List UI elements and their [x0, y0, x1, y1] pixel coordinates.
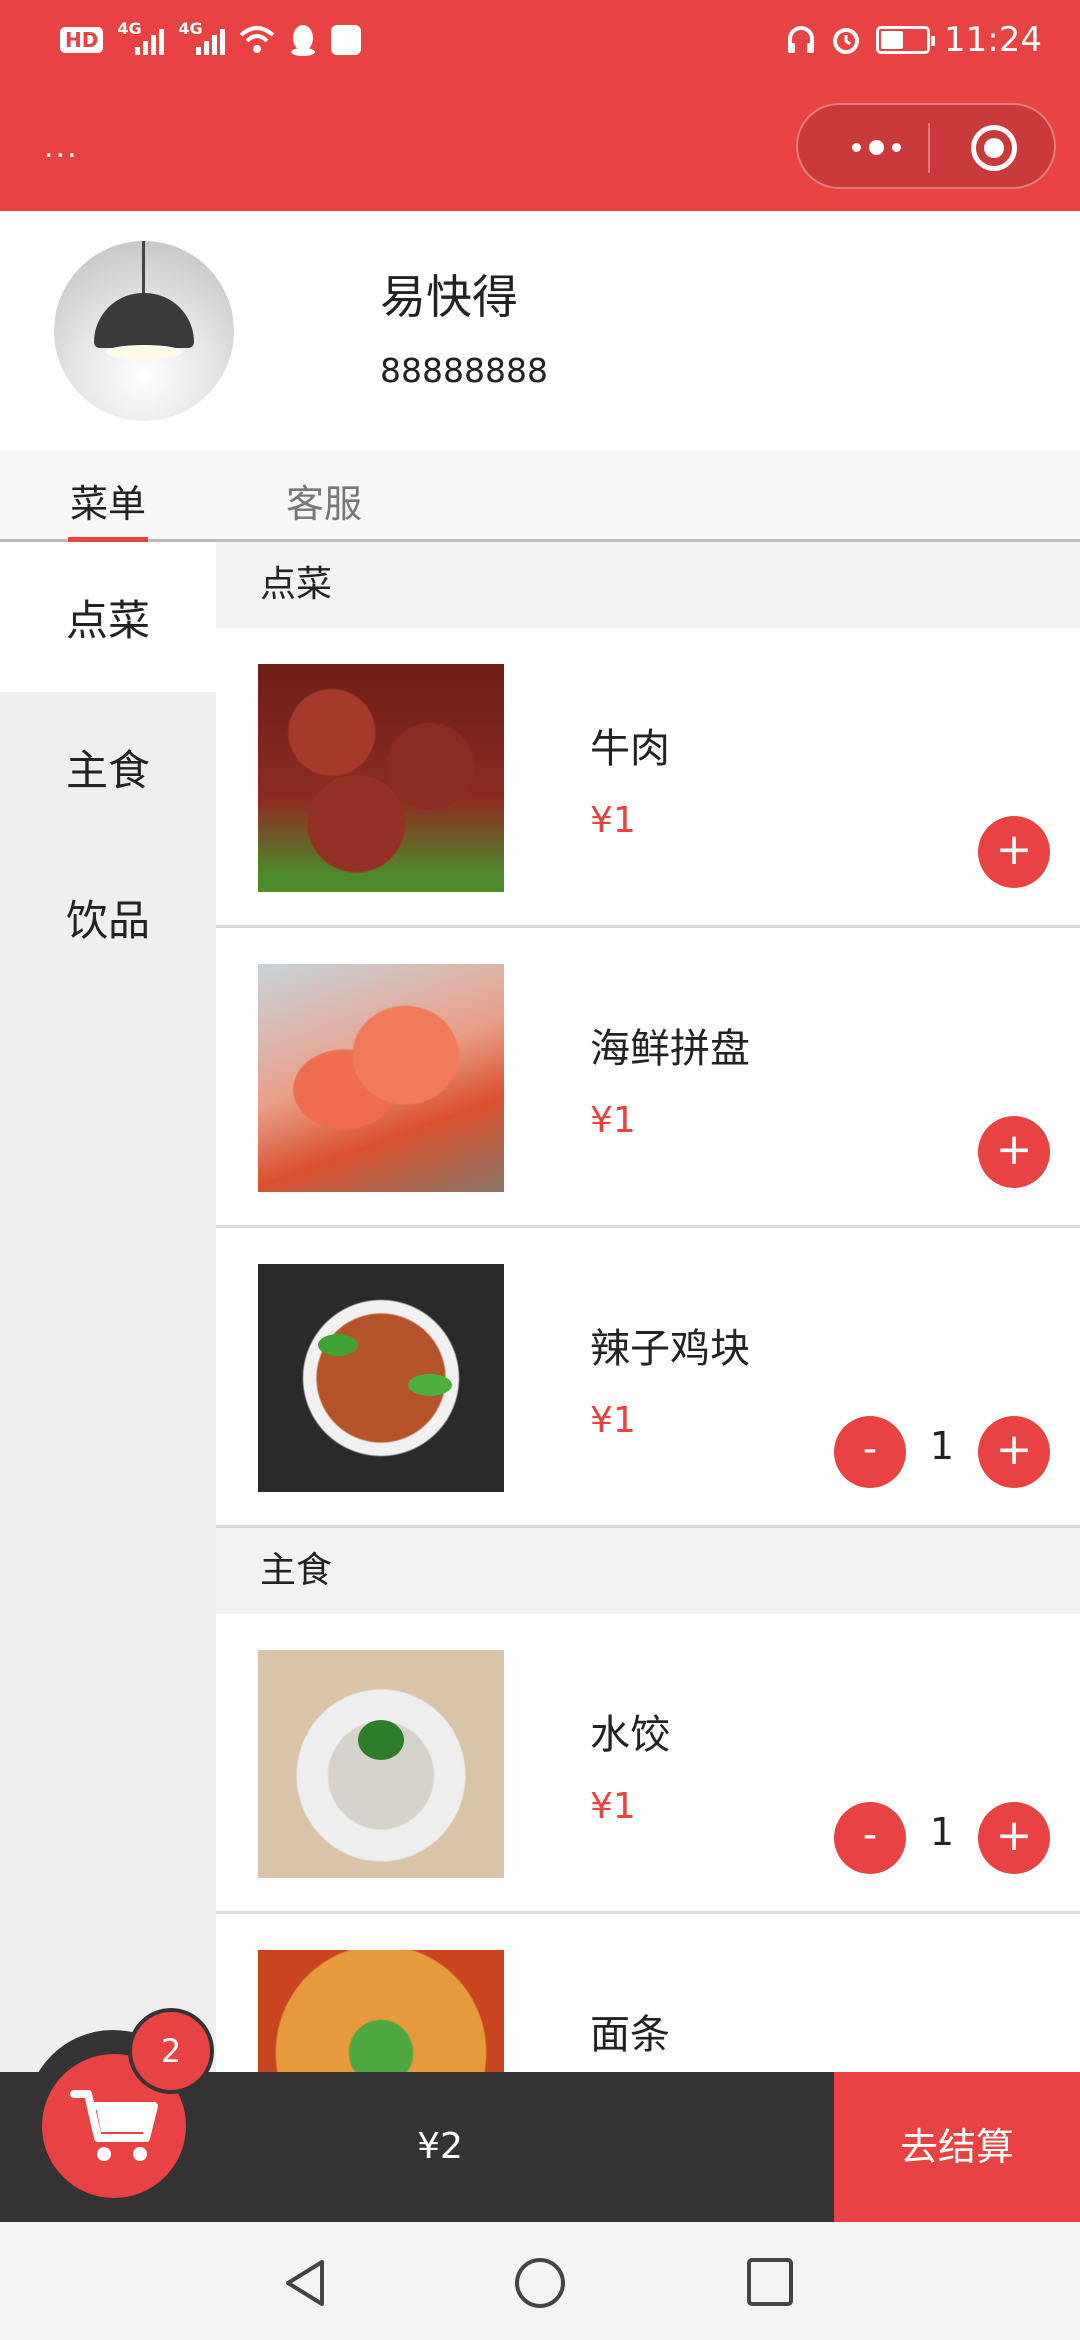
tab-bar: 菜单 客服 — [0, 451, 1080, 542]
list-item: 海鲜拼盘 ¥1 + — [216, 928, 1080, 1228]
cart-count-badge: 2 — [128, 2008, 214, 2094]
product-price: ¥1 — [590, 1100, 636, 1141]
target-icon[interactable] — [971, 125, 1017, 171]
hd-badge: HD — [60, 27, 104, 53]
tab-menu[interactable]: 菜单 — [67, 473, 149, 542]
section-title: 点菜 — [216, 542, 1080, 628]
add-button[interactable]: + — [978, 1802, 1050, 1874]
add-button[interactable]: + — [978, 1116, 1050, 1188]
quantity-value: 1 — [929, 1810, 955, 1854]
avatar — [54, 241, 234, 421]
shop-phone[interactable]: 88888888 — [380, 351, 548, 390]
signal-icon: 4G — [178, 19, 226, 55]
product-name: 水饺 — [590, 1712, 670, 1758]
system-nav-bar — [0, 2222, 1080, 2340]
shop-header: 易快得 88888888 — [0, 211, 1080, 451]
product-name: 辣子鸡块 — [590, 1326, 750, 1372]
category-item-dishes[interactable]: 点菜 — [0, 542, 216, 692]
more-dots-icon[interactable] — [832, 129, 920, 165]
category-item-staple[interactable]: 主食 — [0, 692, 216, 842]
list-item: 面条 — [216, 1914, 1080, 2072]
category-item-drinks[interactable]: 饮品 — [0, 842, 216, 992]
nav-more-button[interactable]: ... — [44, 130, 79, 165]
recents-icon[interactable] — [745, 2258, 795, 2308]
capsule-divider — [928, 123, 930, 173]
status-time: 11:24 — [944, 20, 1042, 60]
product-name: 面条 — [590, 2012, 670, 2058]
quantity-value: 1 — [929, 1424, 955, 1468]
list-item: 水饺 ¥1 - 1 + — [216, 1614, 1080, 1914]
checkout-button[interactable]: 去结算 — [834, 2072, 1080, 2222]
title-bar: HD 4G 4G 11:24 ... — [0, 0, 1080, 211]
add-button[interactable]: + — [978, 1416, 1050, 1488]
cart-icon — [70, 2090, 158, 2161]
product-image — [258, 964, 504, 1192]
wifi-icon — [240, 26, 275, 53]
product-list[interactable]: 点菜 牛肉 ¥1 + 海鲜拼盘 ¥1 + 辣子鸡块 ¥1 - 1 + 主食 水饺… — [216, 542, 1080, 2072]
list-item: 辣子鸡块 ¥1 - 1 + — [216, 1228, 1080, 1528]
add-button[interactable]: + — [978, 816, 1050, 888]
product-name: 牛肉 — [590, 726, 670, 772]
cart-total: ¥2 — [417, 2126, 463, 2167]
product-price: ¥1 — [590, 1400, 636, 1441]
remove-button[interactable]: - — [834, 1802, 906, 1874]
back-icon[interactable] — [282, 2258, 332, 2308]
tab-service[interactable]: 客服 — [286, 473, 362, 528]
section-title: 主食 — [216, 1528, 1080, 1614]
miniprogram-capsule — [796, 103, 1056, 189]
home-icon[interactable] — [513, 2258, 567, 2312]
huawei-icon — [331, 25, 362, 55]
category-sidebar: 点菜 主食 饮品 — [0, 542, 216, 2072]
product-price: ¥1 — [590, 800, 636, 841]
battery-icon — [876, 26, 936, 54]
status-bar: HD 4G 4G 11:24 — [0, 18, 1080, 62]
signal-icon: 4G — [117, 19, 165, 55]
alarm-icon — [833, 28, 860, 54]
product-image — [258, 664, 504, 892]
product-image — [258, 1264, 504, 1492]
product-name: 海鲜拼盘 — [590, 1026, 750, 1072]
headphones-icon — [788, 26, 815, 53]
shop-name: 易快得 — [380, 270, 518, 324]
product-image — [258, 1650, 504, 1878]
product-image — [258, 1950, 504, 2072]
product-price: ¥1 — [590, 1786, 636, 1827]
qq-icon — [291, 25, 316, 56]
remove-button[interactable]: - — [834, 1416, 906, 1488]
list-item: 牛肉 ¥1 + — [216, 628, 1080, 928]
